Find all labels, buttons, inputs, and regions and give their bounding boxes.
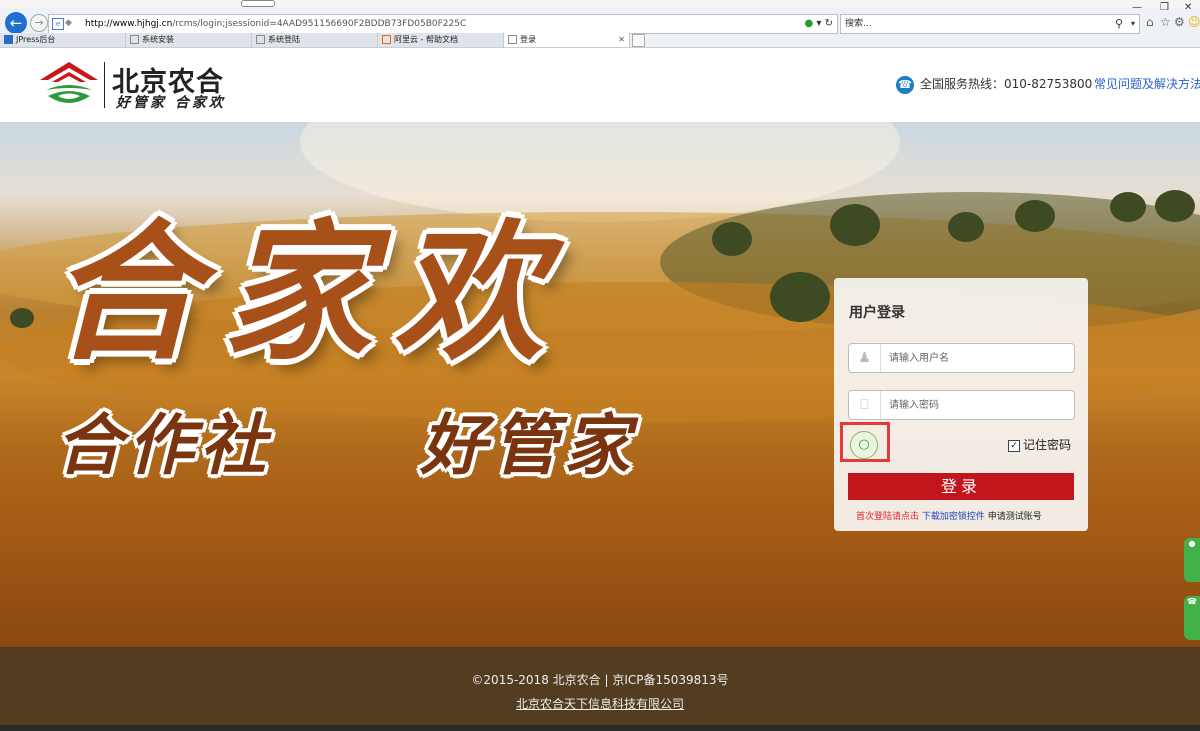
tree-decoration [830, 204, 880, 246]
hero-slogan-left: 合作社 [56, 406, 272, 484]
minimize-icon[interactable]: — [1132, 2, 1142, 13]
username-input[interactable] [889, 348, 1065, 368]
back-arrow-icon[interactable]: ← [5, 12, 27, 34]
url-host: http://www.hjhgj.cn [85, 19, 173, 29]
remember-password[interactable]: ✓ 记住密码 [1008, 436, 1071, 453]
dropdown-icon[interactable]: ▾ [816, 18, 821, 29]
refresh-icon[interactable]: ↻ [825, 18, 833, 29]
company-link[interactable]: 北京农合天下信息科技有限公司 [516, 697, 684, 711]
faq-link[interactable]: 常见问题及解决方法 [1094, 75, 1200, 92]
company-link-wrap: 北京农合天下信息科技有限公司 [0, 695, 1200, 712]
tab-close-icon[interactable]: ✕ [618, 33, 625, 47]
tree-decoration [1015, 200, 1055, 232]
new-tab-icon[interactable] [632, 34, 645, 47]
logo-divider [104, 62, 105, 108]
aliyun-icon [382, 35, 391, 44]
address-bar[interactable]: e ◆ http://www.hjhgj.cn/rcms/login;jsess… [48, 14, 838, 34]
window-drag-handle[interactable] [241, 0, 275, 7]
tree-decoration [1110, 192, 1146, 222]
remember-checkbox[interactable]: ✓ [1008, 439, 1020, 452]
phone-icon: ☎ [896, 75, 914, 94]
tree-decoration [948, 212, 984, 242]
page-icon [508, 35, 517, 44]
search-icon[interactable]: ⚲ [1115, 15, 1123, 33]
lock-icon: ⎕ [849, 391, 881, 419]
login-help-links: 首次登陆请点击 下载加密锁控件 申请测试账号 [856, 509, 1042, 522]
login-title: 用户登录 [849, 305, 905, 321]
tab-label: 系统登陆 [268, 35, 300, 44]
apply-test-account-link[interactable]: 申请测试账号 [988, 512, 1042, 522]
tab-label: 登录 [520, 35, 536, 44]
search-input[interactable]: 搜索... [845, 15, 872, 33]
compat-icon[interactable]: ● [804, 18, 813, 29]
hero-headline: 合家欢 [50, 205, 567, 381]
taskbar-edge [0, 725, 1200, 731]
address-tools: ● ▾ ↻ [804, 15, 833, 33]
title-strip [0, 0, 1200, 8]
search-dropdown-icon[interactable]: ▾ [1131, 15, 1135, 33]
search-box[interactable]: 搜索... ⚲ ▾ [840, 14, 1140, 34]
username-field[interactable]: ♟ [848, 343, 1075, 373]
side-contact-tab[interactable]: ● [1184, 538, 1200, 582]
tree-decoration [10, 308, 34, 328]
tree-decoration [770, 272, 830, 322]
url-text: http://www.hjhgj.cn/rcms/login;jsessioni… [85, 15, 466, 33]
logo-subtitle: 好管家 合家欢 [116, 95, 226, 111]
page-icon [130, 35, 139, 44]
copyright-text: ©2015-2018 北京农合 | 京ICP备15039813号 [471, 673, 729, 687]
logo-roof-icon [40, 62, 98, 103]
user-icon: ♟ [849, 344, 881, 372]
download-lock-link[interactable]: 下载加密锁控件 [922, 512, 985, 522]
tab-login-active[interactable]: 登录 ✕ [504, 33, 630, 47]
hero-slogan-right: 好管家 [420, 406, 636, 484]
restore-icon[interactable]: ❐ [1160, 2, 1169, 13]
tree-decoration [1155, 190, 1195, 222]
tab-label: 阿里云 - 帮助文档 [394, 35, 458, 44]
remember-label: 记住密码 [1023, 438, 1072, 452]
home-site-icon: ◆ [65, 18, 72, 28]
tab-strip: JPress后台 系统安装 系统登陆 阿里云 - 帮助文档 登录 ✕ [0, 33, 1200, 47]
browser-chrome: ← → e ◆ http://www.hjhgj.cn/rcms/login;j… [0, 0, 1200, 48]
side-phone-tab[interactable]: ☎ [1184, 596, 1200, 640]
tab-aliyun-help[interactable]: 阿里云 - 帮助文档 [378, 33, 504, 47]
tab-system-login[interactable]: 系统登陆 [252, 33, 378, 47]
password-field[interactable]: ⎕ [848, 390, 1075, 420]
login-button[interactable]: 登录 [848, 473, 1074, 500]
site-footer: ©2015-2018 北京农合 | 京ICP备15039813号 北京农合天下信… [0, 647, 1200, 725]
tree-decoration [712, 222, 752, 256]
smiley-icon[interactable]: ☺ [1188, 15, 1200, 29]
wechat-login-icon[interactable]: ○ [850, 431, 878, 459]
page-icon [256, 35, 265, 44]
forward-arrow-icon[interactable]: → [30, 14, 48, 32]
page-icon: e [52, 18, 64, 30]
url-path: /rcms/login;jsessionid=4AAD951156690F2BD… [172, 19, 467, 29]
jpress-icon [4, 35, 13, 44]
first-login-text: 首次登陆请点击 [856, 512, 920, 522]
settings-gear-icon[interactable]: ⚙ [1174, 15, 1185, 29]
hotline-text: 全国服务热线：010-82753800 [920, 77, 1093, 91]
tab-jpress[interactable]: JPress后台 [0, 33, 126, 47]
tab-label: JPress后台 [16, 35, 56, 44]
tab-label: 系统安装 [142, 35, 174, 44]
hotline: ☎ 全国服务热线：010-82753800 [896, 75, 1092, 94]
tab-install[interactable]: 系统安装 [126, 33, 252, 47]
password-input[interactable] [889, 395, 1065, 415]
favorites-star-icon[interactable]: ☆ [1160, 15, 1171, 29]
close-icon[interactable]: ✕ [1184, 2, 1192, 13]
home-icon[interactable]: ⌂ [1146, 15, 1154, 29]
